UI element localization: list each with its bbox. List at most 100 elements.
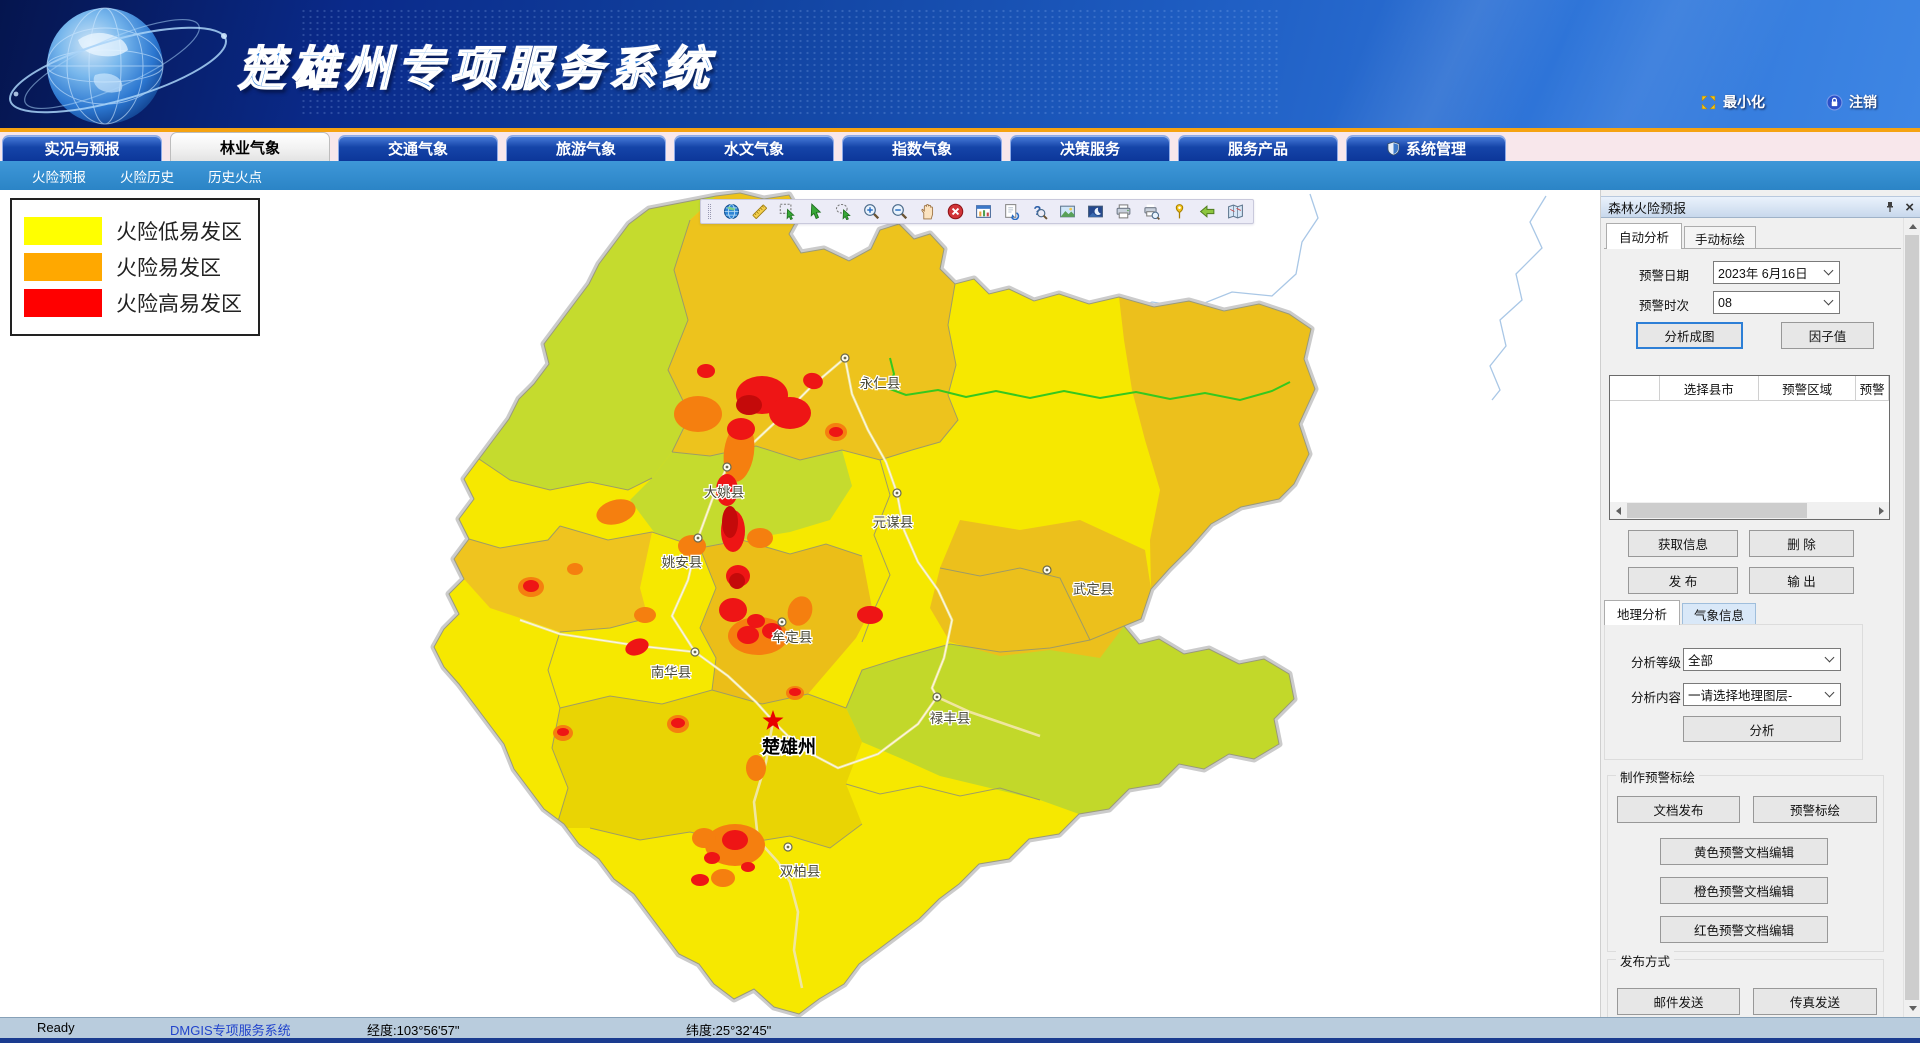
- analysis-level-combo[interactable]: 全部: [1683, 648, 1841, 671]
- pin-marker-icon[interactable]: [1169, 201, 1190, 222]
- orange-warning-doc-button[interactable]: 橙色预警文档编辑: [1660, 877, 1828, 904]
- main-tab-label: 服务产品: [1228, 138, 1288, 159]
- plot-group-label: 制作预警标绘: [1616, 767, 1699, 786]
- publish-button[interactable]: 发 布: [1628, 567, 1738, 594]
- main-tab-8[interactable]: 服务产品: [1178, 135, 1338, 161]
- warn-time-combo[interactable]: 08: [1713, 291, 1840, 314]
- warn-date-combo[interactable]: 2023年 6月16日: [1713, 261, 1840, 284]
- print-preview-icon[interactable]: [1141, 201, 1162, 222]
- minimize-label: 最小化: [1723, 92, 1765, 112]
- main-tab-1[interactable]: 实况与预报: [2, 135, 162, 161]
- zoom-out-icon[interactable]: [889, 201, 910, 222]
- red-warning-doc-button[interactable]: 红色预警文档编辑: [1660, 916, 1828, 943]
- toolbar-grip[interactable]: [708, 204, 711, 219]
- fax-send-button[interactable]: 传真发送: [1753, 988, 1877, 1015]
- panel-scroll-thumb[interactable]: [1905, 235, 1919, 1000]
- zoom-in-icon[interactable]: [861, 201, 882, 222]
- main-tab-6[interactable]: 指数气象: [842, 135, 1002, 161]
- pan-hand-icon[interactable]: [917, 201, 938, 222]
- warning-table[interactable]: 选择县市预警区域预警: [1609, 375, 1890, 520]
- table-column-2[interactable]: 选择县市: [1660, 376, 1759, 401]
- warn-date-label: 预警日期: [1639, 265, 1689, 284]
- table-column-4[interactable]: 预警: [1856, 376, 1889, 401]
- scroll-down-icon[interactable]: [1904, 1000, 1920, 1017]
- scroll-up-icon[interactable]: [1904, 218, 1920, 235]
- map-area[interactable]: 永仁县元谋县大姚县姚安县武定县南华县牟定县禄丰县双柏县 楚雄州 火险低易发区火险…: [0, 190, 1600, 1017]
- export-button[interactable]: 输 出: [1749, 567, 1854, 594]
- clear-stop-icon[interactable]: [945, 201, 966, 222]
- main-tab-5[interactable]: 水文气象: [674, 135, 834, 161]
- select-box-cursor-icon[interactable]: [777, 201, 798, 222]
- map-overview-icon[interactable]: [1225, 201, 1246, 222]
- warn-time-value: 08: [1718, 296, 1821, 310]
- shield-icon: [1386, 141, 1401, 156]
- analyze-button[interactable]: 分析: [1683, 716, 1841, 742]
- table-column-1[interactable]: [1610, 376, 1660, 401]
- main-tab-label: 决策服务: [1060, 138, 1120, 159]
- identify-icon[interactable]: [1029, 201, 1050, 222]
- status-ready: Ready: [37, 1020, 75, 1035]
- analysis-content-label: 分析内容: [1631, 687, 1681, 706]
- image-icon[interactable]: [1057, 201, 1078, 222]
- window-chart-icon[interactable]: [973, 201, 994, 222]
- header-banner: 楚雄州专项服务系统 最小化 注销: [0, 0, 1920, 128]
- panel-title: 森林火险预报: [1608, 198, 1686, 217]
- main-tab-7[interactable]: 决策服务: [1010, 135, 1170, 161]
- scroll-left-icon[interactable]: [1610, 502, 1626, 519]
- legend-item: 火险易发区: [24, 252, 246, 282]
- fetch-info-button[interactable]: 获取信息: [1628, 530, 1738, 557]
- close-icon[interactable]: ×: [1905, 200, 1914, 215]
- panel-scrollbar[interactable]: [1903, 218, 1920, 1017]
- yellow-warning-doc-button[interactable]: 黄色预警文档编辑: [1660, 838, 1828, 865]
- status-longitude: 经度:103°56'57": [367, 1020, 460, 1039]
- main-tab-4[interactable]: 旅游气象: [506, 135, 666, 161]
- status-system-link[interactable]: DMGIS专项服务系统: [170, 1020, 291, 1039]
- panel-title-bar: 森林火险预报 ×: [1601, 196, 1920, 218]
- map-toolbar: [700, 199, 1254, 224]
- analysis-content-combo[interactable]: 一请选择地理图层-: [1683, 683, 1841, 706]
- scroll-thumb[interactable]: [1627, 503, 1807, 518]
- submenu-item-2[interactable]: 火险历史: [120, 166, 174, 186]
- doc-publish-button[interactable]: 文档发布: [1617, 796, 1740, 823]
- tab-weather-info[interactable]: 气象信息: [1682, 603, 1756, 625]
- delete-button[interactable]: 删 除: [1749, 530, 1854, 557]
- email-send-button[interactable]: 邮件发送: [1617, 988, 1740, 1015]
- legend-label: 火险易发区: [116, 252, 221, 282]
- measure-ruler-icon[interactable]: [749, 201, 770, 222]
- tab-manual-plot[interactable]: 手动标绘: [1684, 226, 1756, 249]
- chevron-down-icon: [1824, 266, 1834, 276]
- select-lasso-cursor-icon[interactable]: [833, 201, 854, 222]
- table-hscrollbar[interactable]: [1610, 502, 1889, 519]
- analysis-content-value: 一请选择地理图层-: [1688, 685, 1822, 704]
- tab-auto-analysis[interactable]: 自动分析: [1606, 223, 1682, 249]
- logout-button[interactable]: 注销: [1826, 92, 1877, 112]
- toolbar-icons: [721, 201, 1246, 222]
- county-label: 永仁县: [860, 376, 901, 391]
- minimize-button[interactable]: 最小化: [1700, 92, 1765, 112]
- submenu-item-3[interactable]: 历史火点: [208, 166, 262, 186]
- legend-swatch: [24, 253, 102, 281]
- analyze-map-button[interactable]: 分析成图: [1636, 322, 1743, 349]
- submenu-item-1[interactable]: 火险预报: [32, 166, 86, 186]
- county-label: 武定县: [1073, 582, 1114, 597]
- main-tab-3[interactable]: 交通气象: [338, 135, 498, 161]
- refresh-page-icon[interactable]: [1001, 201, 1022, 222]
- warn-plot-button[interactable]: 预警标绘: [1753, 796, 1877, 823]
- globe-icon[interactable]: [721, 201, 742, 222]
- main-tab-2[interactable]: 林业气象: [170, 132, 330, 161]
- tab-geo-analysis[interactable]: 地理分析: [1604, 600, 1680, 625]
- back-arrow-icon[interactable]: [1197, 201, 1218, 222]
- county-label: 南华县: [651, 665, 692, 680]
- publish-mode-label: 发布方式: [1616, 951, 1674, 970]
- scroll-right-icon[interactable]: [1873, 502, 1889, 519]
- select-arrow-cursor-icon[interactable]: [805, 201, 826, 222]
- town-marker-dot: [697, 537, 700, 540]
- pin-icon[interactable]: [1884, 201, 1896, 213]
- main-tab-9[interactable]: 系统管理: [1346, 135, 1506, 161]
- factor-value-button[interactable]: 因子值: [1781, 322, 1874, 349]
- print-icon[interactable]: [1113, 201, 1134, 222]
- table-column-3[interactable]: 预警区域: [1759, 376, 1856, 401]
- chevron-down-icon: [1824, 296, 1834, 306]
- image-night-icon[interactable]: [1085, 201, 1106, 222]
- main-tab-label: 实况与预报: [44, 138, 119, 159]
